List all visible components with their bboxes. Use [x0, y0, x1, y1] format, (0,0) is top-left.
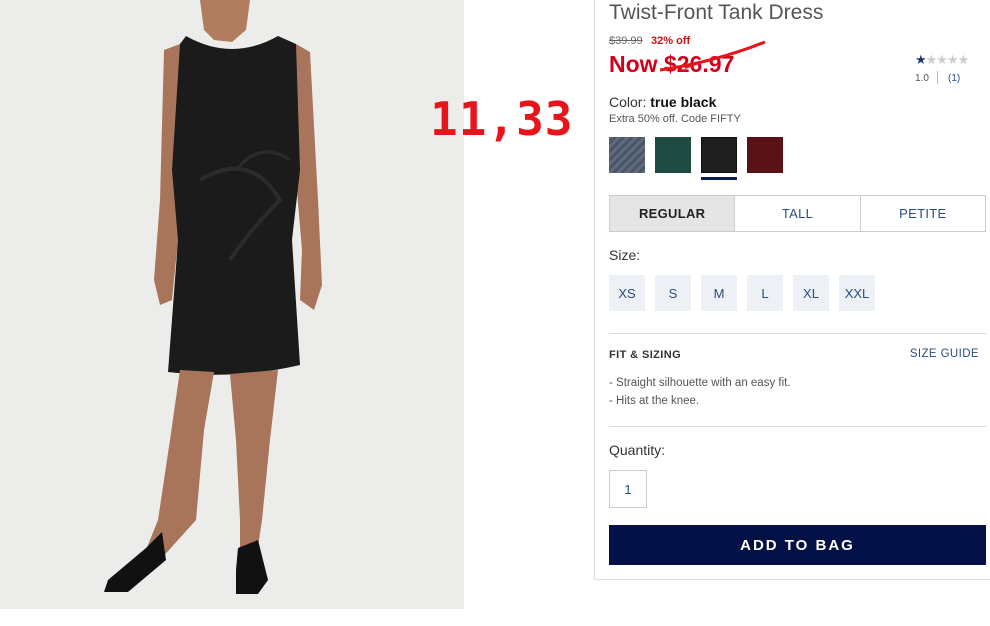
size-button-l[interactable]: L	[747, 275, 783, 311]
size-button-xl[interactable]: XL	[793, 275, 829, 311]
product-image[interactable]	[0, 0, 464, 609]
product-title: Twist-Front Tank Dress	[609, 1, 824, 24]
swatch-dark-green[interactable]	[655, 137, 691, 173]
fit-detail-item: - Straight silhouette with an easy fit.	[609, 377, 791, 389]
star-rating[interactable]: ★★★★★	[915, 52, 970, 68]
rating-divider	[937, 71, 938, 84]
tab-tall[interactable]: TALL	[734, 196, 859, 231]
swatch-true-black[interactable]	[701, 137, 737, 173]
fit-sizing-heading: FIT & SIZING	[609, 349, 682, 361]
star-filled-icon: ★	[915, 52, 927, 67]
review-count-link[interactable]: (1)	[948, 73, 960, 84]
model-illustration	[0, 0, 464, 609]
size-guide-link[interactable]: SIZE GUIDE	[910, 348, 979, 360]
rating-value: 1.0	[915, 73, 929, 84]
size-button-xxl[interactable]: XXL	[839, 275, 875, 311]
original-price: $39.99	[609, 35, 643, 47]
tab-regular[interactable]: REGULAR	[610, 196, 735, 231]
price-strikethrough-mark	[659, 40, 766, 72]
size-button-s[interactable]: S	[655, 275, 691, 311]
quantity-label: Quantity:	[609, 442, 666, 458]
color-label: Color: true black	[609, 94, 716, 110]
product-details-panel: Twist-Front Tank Dress $39.99 32% off No…	[594, 0, 990, 580]
annotation-label: 11,33	[430, 92, 574, 146]
tab-petite[interactable]: PETITE	[859, 196, 985, 231]
size-options: XS S M L XL XXL	[609, 275, 875, 311]
swatch-slate-stripe[interactable]	[609, 137, 645, 173]
promo-text: Extra 50% off. Code FIFTY	[609, 113, 741, 125]
size-button-xs[interactable]: XS	[609, 275, 645, 311]
divider	[609, 333, 986, 334]
selected-swatch-indicator	[701, 177, 737, 180]
divider	[609, 426, 986, 427]
add-to-bag-button[interactable]: ADD TO BAG	[609, 525, 986, 565]
selected-color-name: true black	[650, 94, 717, 110]
fit-detail-item: - Hits at the knee.	[609, 395, 700, 407]
swatch-burgundy[interactable]	[747, 137, 783, 173]
size-label: Size:	[609, 247, 641, 263]
quantity-input[interactable]: 1	[609, 470, 647, 508]
size-button-m[interactable]: M	[701, 275, 737, 311]
star-empty-icon: ★★★★	[925, 52, 970, 67]
fit-tabs: REGULAR TALL PETITE	[609, 195, 986, 232]
color-prefix: Color:	[609, 94, 651, 110]
